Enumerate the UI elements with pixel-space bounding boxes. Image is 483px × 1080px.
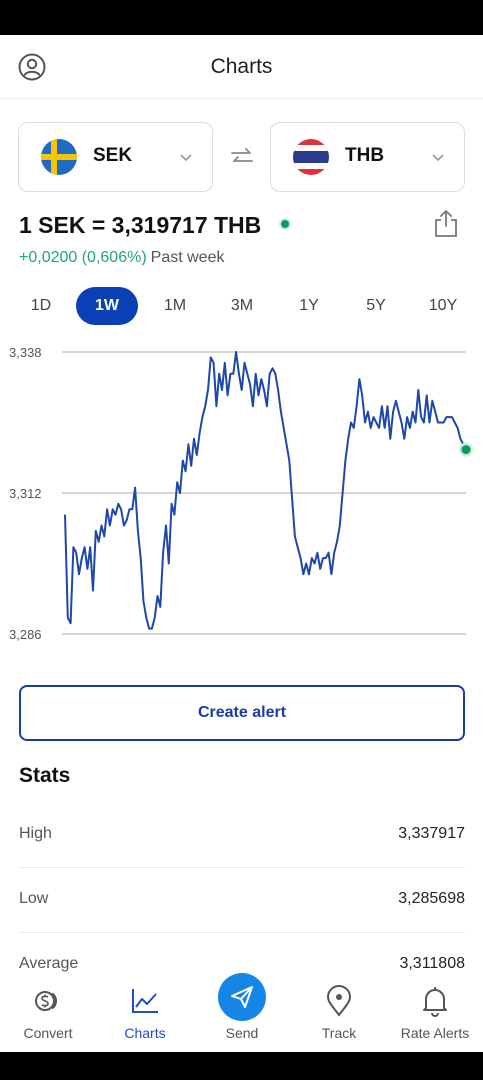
rate-line-series [64,351,467,630]
stat-label: Low [19,890,49,907]
nav-label: Charts [124,1025,166,1041]
charts-screen: Charts SEK THB 1 SEK = 3,319717 THB +0,0… [0,35,483,1052]
convert-icon [35,991,58,1011]
range-5y[interactable]: 5Y [345,287,407,325]
swap-currencies-icon[interactable] [228,143,256,171]
nav-label: Convert [23,1025,73,1041]
nav-charts[interactable]: Charts [97,973,193,1052]
stat-value: 3,285698 [398,890,465,907]
chevron-down-icon [180,154,192,162]
range-selector: 1D 1W 1M 3M 1Y 5Y 10Y [8,287,476,327]
last-point-marker [461,445,471,455]
nav-label: Rate Alerts [400,1025,470,1041]
stat-label: Average [19,955,79,972]
stats-title: Stats [19,764,71,787]
y-tick-label: 3,338 [9,345,42,360]
exchange-rate: 1 SEK = 3,319717 THB [19,212,262,238]
nav-rate-alerts[interactable]: Rate Alerts [387,973,483,1052]
range-1y[interactable]: 1Y [278,287,340,325]
chevron-down-icon [432,154,444,162]
nav-track[interactable]: Track [291,973,387,1052]
change-value: +0,0200 (0,606%) [19,249,147,266]
nav-convert[interactable]: Convert [0,973,96,1052]
change-period: Past week [150,249,225,266]
range-1d[interactable]: 1D [10,287,72,325]
stat-row-high: High 3,337917 [19,803,465,868]
range-3m[interactable]: 3M [211,287,273,325]
bottom-nav: Convert Charts Send Track Rate Alerts [0,973,483,1052]
send-button-circle [218,973,266,1021]
send-icon [231,986,253,1008]
range-1m[interactable]: 1M [144,287,206,325]
y-tick-label: 3,312 [9,486,42,501]
y-tick-label: 3,286 [9,627,42,642]
stat-value: 3,311808 [399,955,465,972]
sweden-flag-icon [41,139,77,175]
stat-row-low: Low 3,285698 [19,868,465,933]
rate-chart: 3,338 3,312 3,286 [9,345,473,642]
header: Charts [0,35,483,99]
to-currency-code: THB [345,145,385,166]
nav-send[interactable]: Send [194,973,290,1052]
track-icon [326,985,352,1017]
rate-change: +0,0200 (0,606%) Past week [19,249,224,267]
stat-label: High [19,825,52,842]
create-alert-button[interactable]: Create alert [19,685,465,741]
stat-value: 3,337917 [398,825,465,842]
range-1w[interactable]: 1W [76,287,138,325]
from-currency-selector[interactable]: SEK [18,122,213,192]
to-currency-selector[interactable]: THB [270,122,465,192]
live-indicator [279,218,291,230]
rate-alerts-icon [423,987,447,1017]
nav-label: Track [321,1025,357,1041]
range-10y[interactable]: 10Y [412,287,474,325]
charts-icon [132,989,158,1013]
nav-label: Send [225,1025,259,1041]
thailand-flag-icon [293,139,329,175]
share-icon[interactable] [433,208,459,238]
from-currency-code: SEK [93,145,133,166]
page-title: Charts [210,55,273,78]
